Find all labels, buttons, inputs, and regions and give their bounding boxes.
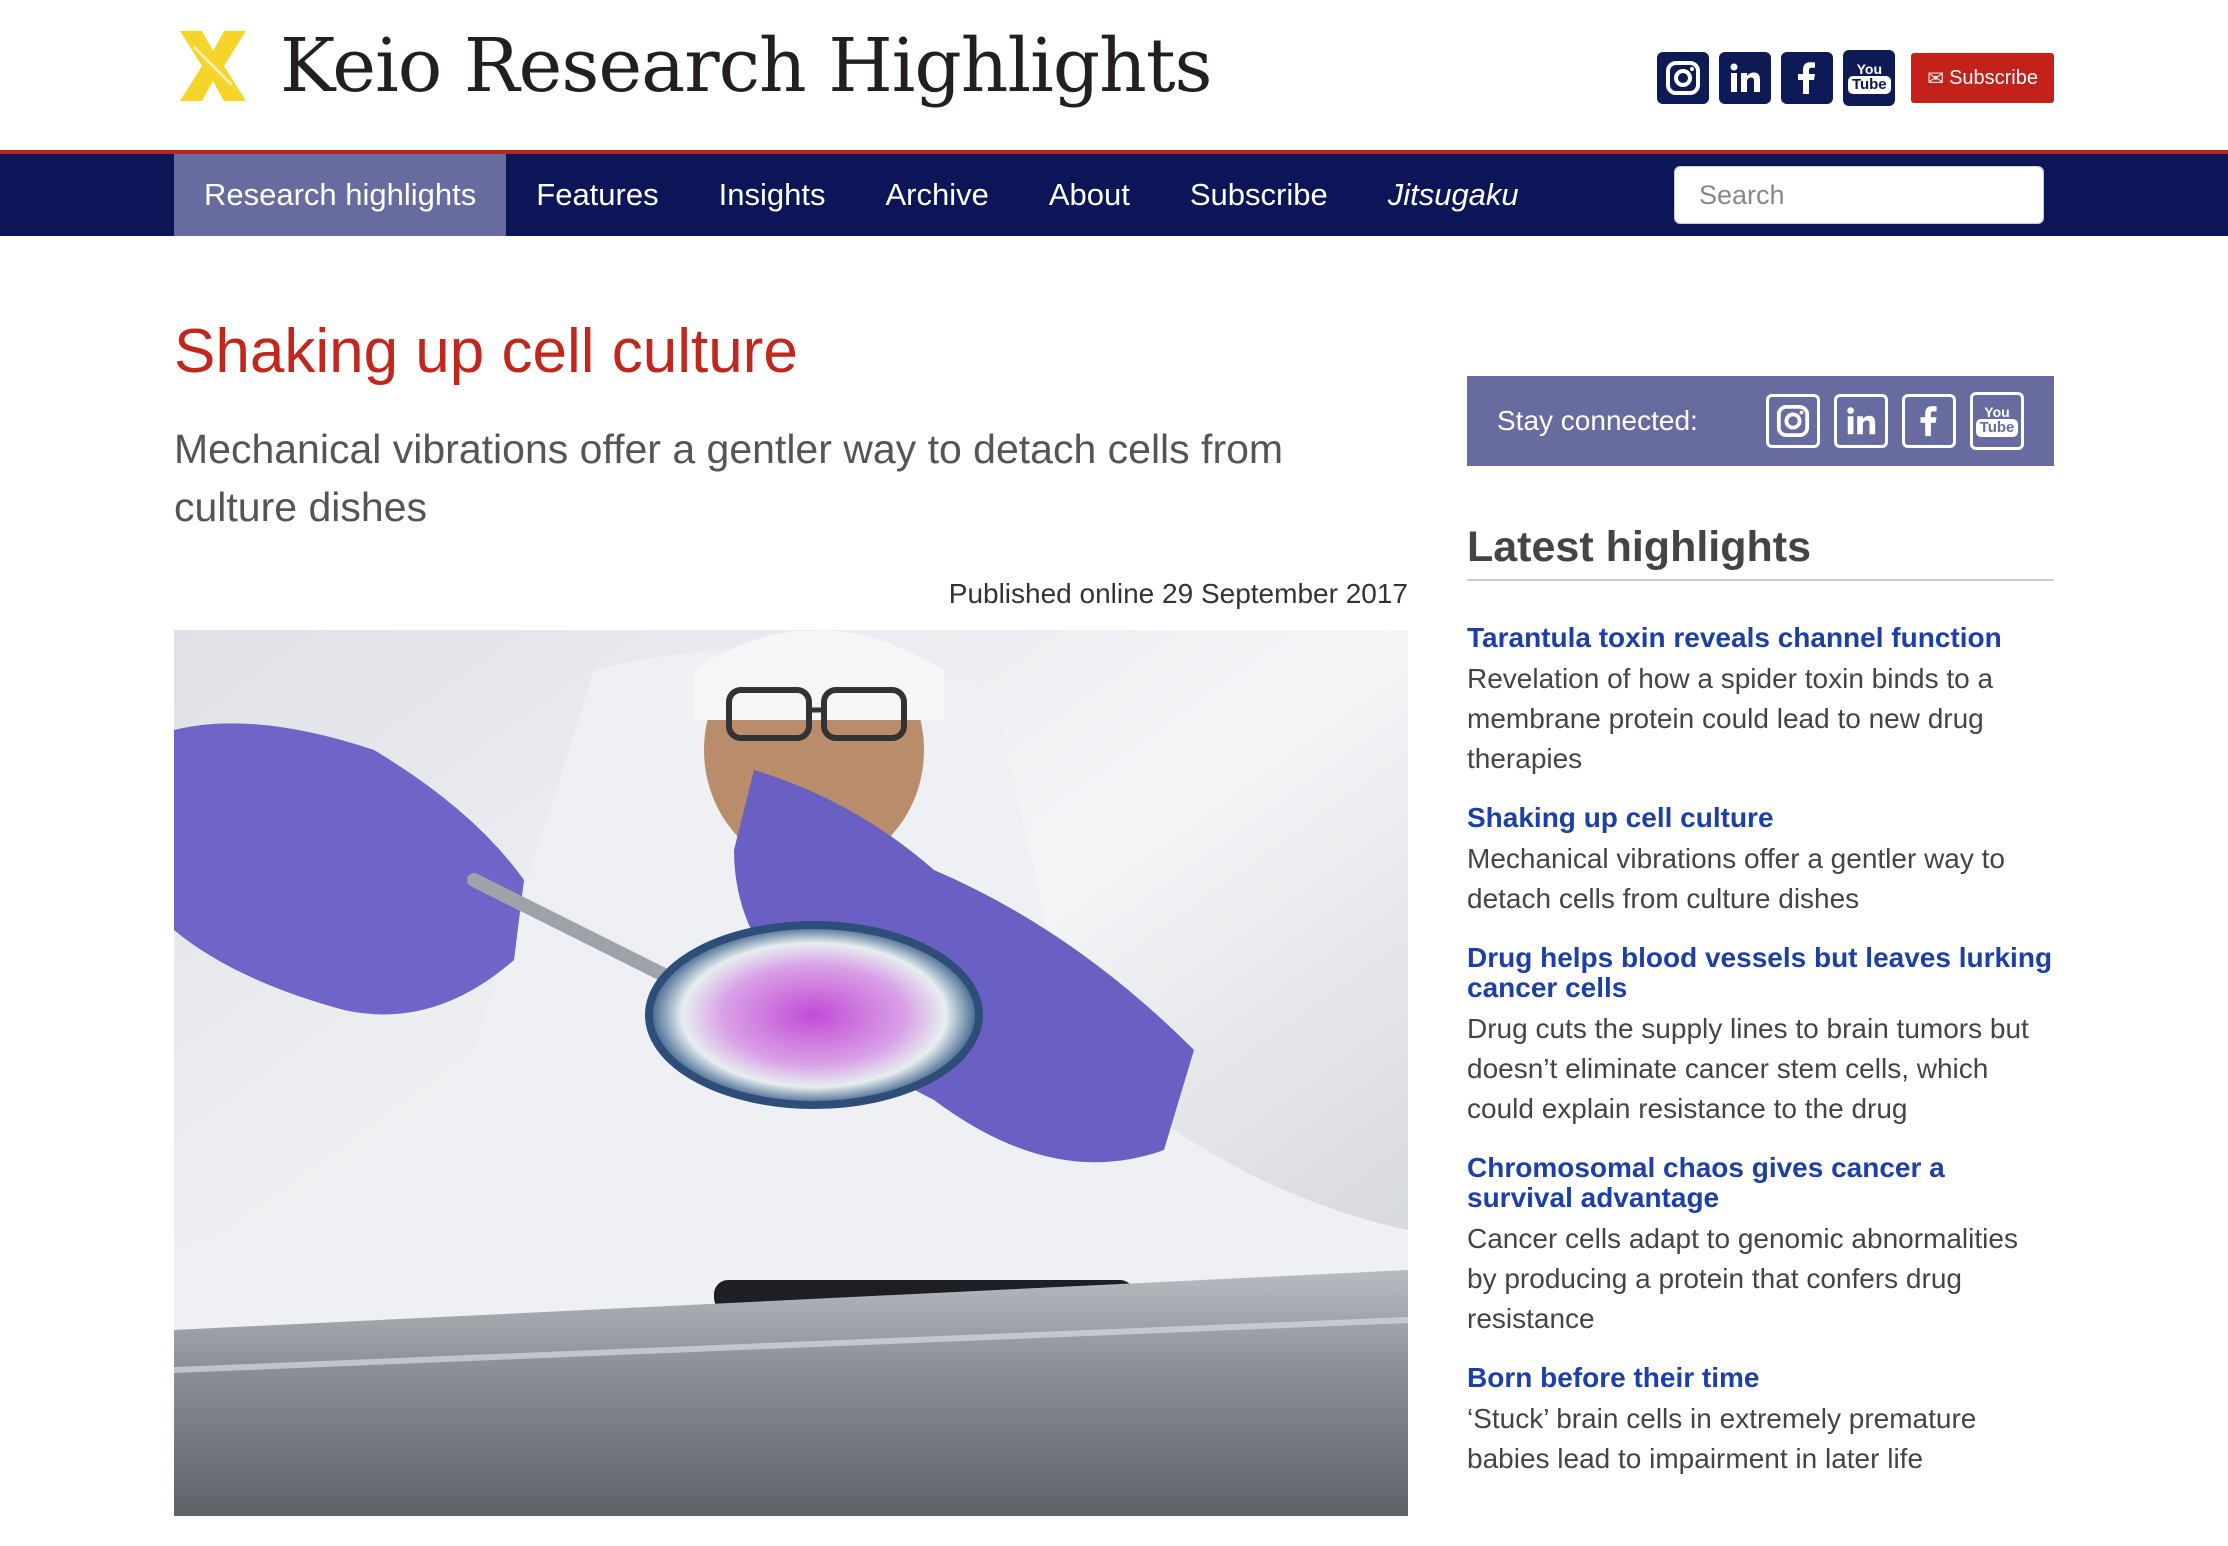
article-subtitle: Mechanical vibrations offer a gentler wa… xyxy=(174,426,1284,531)
linkedin-icon[interactable] xyxy=(1834,394,1888,448)
header-social-links: You Tube ✉ Subscribe xyxy=(1647,50,2054,106)
latest-highlights-heading: Latest highlights xyxy=(1467,523,2054,582)
header-subscribe-label: Subscribe xyxy=(1949,66,2038,89)
highlight-desc: Revelation of how a spider toxin binds t… xyxy=(1467,663,1994,775)
highlight-link[interactable]: Born before their time xyxy=(1467,1363,2054,1393)
youtube-tube-text: Tube xyxy=(1847,76,1891,95)
youtube-you-text: You xyxy=(1856,60,1882,77)
article: Shaking up cell culture Mechanical vibra… xyxy=(174,300,1408,1517)
nav-research-highlights[interactable]: Research highlights xyxy=(174,154,507,236)
highlight-link[interactable]: Tarantula toxin reveals channel function xyxy=(1467,623,2054,653)
highlight-link[interactable]: Drug helps blood vessels but leaves lurk… xyxy=(1467,943,2054,1003)
facebook-icon[interactable] xyxy=(1902,394,1956,448)
stay-connected-label: Stay connected: xyxy=(1497,405,1698,436)
highlight-item: Tarantula toxin reveals channel function… xyxy=(1467,623,2054,779)
site-logo[interactable]: Keio Research Highlights xyxy=(174,23,1213,109)
search-form xyxy=(1674,166,2044,224)
nav-about[interactable]: About xyxy=(1019,154,1160,236)
highlight-item: Shaking up cell culture Mechanical vibra… xyxy=(1467,803,2054,919)
highlight-item: Born before their time ‘Stuck’ brain cel… xyxy=(1467,1363,2054,1479)
search-input[interactable] xyxy=(1675,167,2043,223)
site-title: Keio Research Highlights xyxy=(280,23,1213,109)
highlight-desc: Drug cuts the supply lines to brain tumo… xyxy=(1467,1013,2029,1125)
nav-subscribe[interactable]: Subscribe xyxy=(1160,154,1358,236)
highlight-link[interactable]: Chromosomal chaos gives cancer a surviva… xyxy=(1467,1153,2054,1213)
sidebar: Stay connected: You Tube Latest highligh… xyxy=(1467,376,2054,1479)
instagram-icon[interactable] xyxy=(1657,52,1710,104)
highlight-item: Drug helps blood vessels but leaves lurk… xyxy=(1467,943,2054,1129)
highlight-item: Chromosomal chaos gives cancer a surviva… xyxy=(1467,1153,2054,1339)
linkedin-icon[interactable] xyxy=(1719,52,1772,104)
highlight-desc: Cancer cells adapt to genomic abnormalit… xyxy=(1467,1223,2018,1335)
site-header: Keio Research Highlights You Tube ✉ Subs… xyxy=(0,0,2228,150)
youtube-tube-text: Tube xyxy=(1975,419,2019,438)
highlight-desc: ‘Stuck’ brain cells in extremely prematu… xyxy=(1467,1403,1977,1475)
youtube-icon[interactable]: You Tube xyxy=(1843,50,1896,106)
highlight-link[interactable]: Shaking up cell culture xyxy=(1467,803,2054,833)
nav-jitsugaku[interactable]: Jitsugaku xyxy=(1358,154,1549,236)
hero-image xyxy=(174,630,1408,1517)
nav-insights[interactable]: Insights xyxy=(689,154,856,236)
nav-archive[interactable]: Archive xyxy=(855,154,1018,236)
instagram-icon[interactable] xyxy=(1766,394,1820,448)
article-title: Shaking up cell culture xyxy=(174,317,798,386)
highlight-desc: Mechanical vibrations offer a gentler wa… xyxy=(1467,843,2005,915)
youtube-you-text: You xyxy=(1984,403,2010,420)
envelope-icon: ✉ xyxy=(1927,67,1945,90)
nav-features[interactable]: Features xyxy=(506,154,688,236)
youtube-icon[interactable]: You Tube xyxy=(1970,392,2024,450)
logo-mark-icon xyxy=(174,27,252,105)
stay-connected-box: Stay connected: You Tube xyxy=(1467,376,2054,466)
header-subscribe-button[interactable]: ✉ Subscribe xyxy=(1911,53,2054,103)
publish-date: Published online 29 September 2017 xyxy=(948,578,1408,610)
main-nav: Research highlights Features Insights Ar… xyxy=(0,154,2228,236)
facebook-icon[interactable] xyxy=(1781,52,1834,104)
